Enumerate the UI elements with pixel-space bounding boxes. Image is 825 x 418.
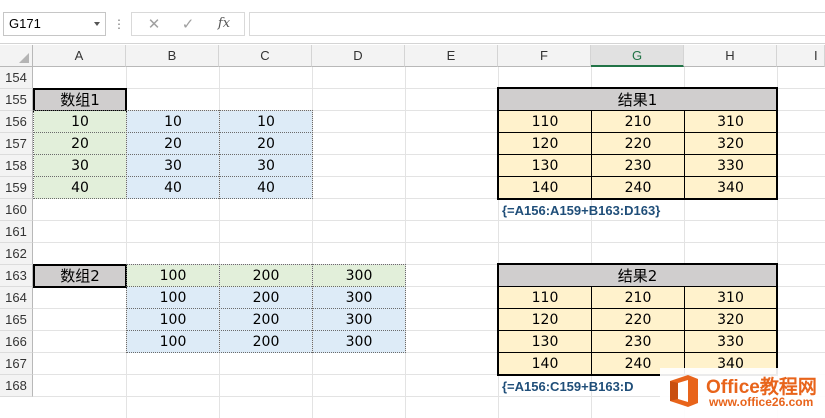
- row-header-157[interactable]: 157: [0, 133, 33, 155]
- row-header-156[interactable]: 156: [0, 111, 33, 133]
- insert-function-icon[interactable]: fx: [206, 13, 242, 35]
- array1-cell[interactable]: 30: [34, 155, 126, 177]
- array1-label-cell[interactable]: 数组1: [34, 89, 126, 111]
- row-header-164[interactable]: 164: [0, 287, 33, 309]
- column-header-g[interactable]: G: [591, 45, 684, 67]
- result1-cell[interactable]: 330: [685, 155, 776, 177]
- result2-cell[interactable]: 120: [499, 309, 591, 331]
- office-logo-icon: [670, 375, 698, 407]
- array2-cell[interactable]: 100: [127, 265, 219, 287]
- result1-cell[interactable]: 240: [592, 177, 684, 199]
- gridline: [33, 242, 825, 243]
- result2-cell[interactable]: 220: [592, 309, 684, 331]
- cancel-icon[interactable]: ✕: [136, 13, 172, 35]
- array1-cell[interactable]: 20: [34, 133, 126, 155]
- result1-cell[interactable]: 130: [499, 155, 591, 177]
- row-header-166[interactable]: 166: [0, 331, 33, 353]
- formula-bar: G171 ⋮ ✕ ✓ fx: [0, 0, 825, 44]
- array1-cell[interactable]: 20: [127, 133, 219, 155]
- array1-cell[interactable]: 40: [34, 177, 126, 199]
- result1-cell[interactable]: 340: [685, 177, 776, 199]
- row-header-155[interactable]: 155: [0, 89, 33, 111]
- array1-cell[interactable]: 30: [127, 155, 219, 177]
- array2-cell[interactable]: 300: [313, 287, 405, 309]
- row-header-165[interactable]: 165: [0, 309, 33, 331]
- name-box-value: G171: [9, 16, 41, 31]
- array2-cell[interactable]: 300: [313, 265, 405, 287]
- formula-input[interactable]: [249, 12, 825, 36]
- formula-buttons: ✕ ✓ fx: [131, 12, 245, 36]
- select-all-corner[interactable]: [0, 45, 33, 67]
- array2-label-cell[interactable]: 数组2: [34, 265, 126, 287]
- column-header-e[interactable]: E: [405, 45, 498, 67]
- result2-formula-text: {=A156:C159+B163:D: [502, 379, 634, 394]
- column-header-c[interactable]: C: [219, 45, 312, 67]
- array1-cell[interactable]: 40: [220, 177, 312, 199]
- row-header-163[interactable]: 163: [0, 265, 33, 287]
- result2-header-cell[interactable]: 结果2: [499, 265, 776, 287]
- array2-cell[interactable]: 100: [127, 309, 219, 331]
- result1-cell[interactable]: 220: [592, 133, 684, 155]
- array2-cell[interactable]: 100: [127, 331, 219, 353]
- watermark: Office教程网 www.office26.com: [660, 368, 825, 418]
- result1-header-cell[interactable]: 结果1: [499, 89, 776, 111]
- gridline: [33, 220, 825, 221]
- row-header-158[interactable]: 158: [0, 155, 33, 177]
- result2-cell[interactable]: 320: [685, 309, 776, 331]
- column-header-d[interactable]: D: [312, 45, 405, 67]
- array2-cell[interactable]: 300: [313, 309, 405, 331]
- result1-formula-text: {=A156:A159+B163:D163}: [502, 203, 661, 218]
- result1-cell[interactable]: 320: [685, 133, 776, 155]
- name-box-dropdown-icon[interactable]: [94, 22, 100, 26]
- row-header-159[interactable]: 159: [0, 177, 33, 199]
- array2-cell[interactable]: 200: [220, 265, 312, 287]
- array2-cell[interactable]: 200: [220, 309, 312, 331]
- row-header-154[interactable]: 154: [0, 67, 33, 89]
- column-header-f[interactable]: F: [498, 45, 591, 67]
- select-all-icon: [19, 53, 29, 63]
- array2-cell[interactable]: 100: [127, 287, 219, 309]
- column-header-a[interactable]: A: [33, 45, 126, 67]
- result1-cell[interactable]: 120: [499, 133, 591, 155]
- watermark-url: www.office26.com: [709, 395, 814, 409]
- array1-cell[interactable]: 20: [220, 133, 312, 155]
- row-header-167[interactable]: 167: [0, 353, 33, 375]
- array2-cell[interactable]: 300: [313, 331, 405, 353]
- result2-cell[interactable]: 310: [685, 287, 776, 309]
- array1-cell[interactable]: 10: [34, 111, 126, 133]
- more-options-icon[interactable]: ⋮: [113, 17, 125, 31]
- result1-cell[interactable]: 310: [685, 111, 776, 133]
- result2-cell[interactable]: 230: [592, 331, 684, 353]
- array1-cell[interactable]: 40: [127, 177, 219, 199]
- array1-cell[interactable]: 30: [220, 155, 312, 177]
- array2-cell[interactable]: 200: [220, 287, 312, 309]
- column-header-h[interactable]: H: [684, 45, 777, 67]
- row-header-162[interactable]: 162: [0, 243, 33, 265]
- row-header-168[interactable]: 168: [0, 375, 33, 397]
- result2-cell[interactable]: 130: [499, 331, 591, 353]
- row-header-161[interactable]: 161: [0, 221, 33, 243]
- result1-cell[interactable]: 230: [592, 155, 684, 177]
- enter-icon[interactable]: ✓: [170, 13, 206, 35]
- column-header-b[interactable]: B: [126, 45, 219, 67]
- name-box[interactable]: G171: [3, 12, 106, 36]
- column-header-i[interactable]: I: [777, 45, 825, 67]
- result2-cell[interactable]: 140: [499, 353, 591, 375]
- result2-cell[interactable]: 210: [592, 287, 684, 309]
- result2-cell[interactable]: 110: [499, 287, 591, 309]
- array2-cell[interactable]: 200: [220, 331, 312, 353]
- result1-cell[interactable]: 110: [499, 111, 591, 133]
- array1-cell[interactable]: 10: [220, 111, 312, 133]
- result1-cell[interactable]: 140: [499, 177, 591, 199]
- result2-cell[interactable]: 330: [685, 331, 776, 353]
- array1-cell[interactable]: 10: [127, 111, 219, 133]
- row-header-160[interactable]: 160: [0, 199, 33, 221]
- result1-cell[interactable]: 210: [592, 111, 684, 133]
